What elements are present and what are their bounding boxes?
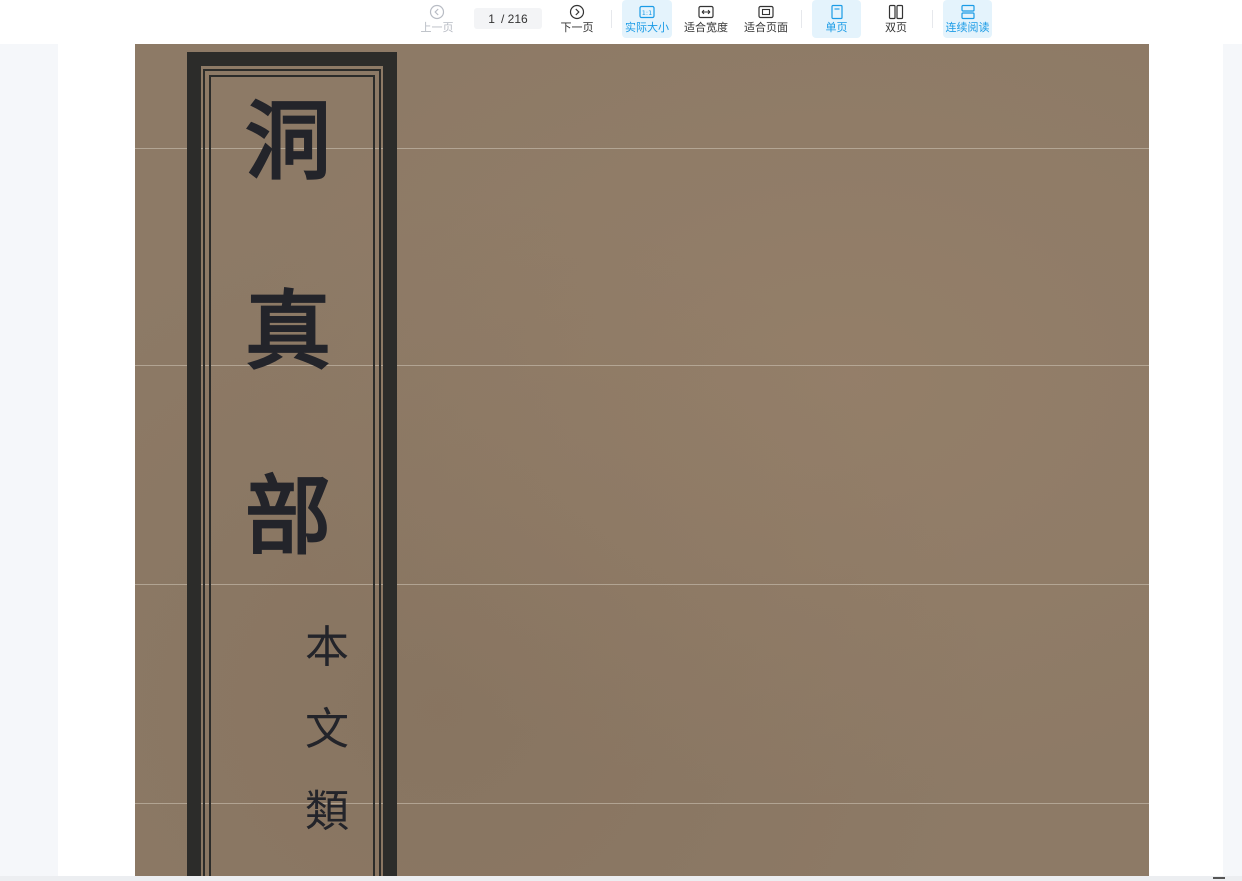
horizontal-scrollbar[interactable]: [0, 876, 1242, 881]
chevron-right-circle-icon: [569, 3, 585, 21]
title-char: 部: [245, 466, 331, 567]
continuous-reading-button[interactable]: 连续阅读: [943, 0, 992, 38]
double-page-button[interactable]: 双页: [874, 0, 918, 38]
subtitle-char: 文: [305, 704, 349, 755]
fit-width-button[interactable]: 适合宽度: [683, 0, 729, 38]
subtitle-char: 本: [305, 622, 349, 673]
fit-width-label: 适合宽度: [684, 22, 728, 34]
title-char: 真: [245, 281, 331, 382]
actual-size-label: 实际大小: [625, 22, 669, 34]
continuous-reading-label: 连续阅读: [945, 22, 990, 34]
single-page-label: 单页: [825, 22, 848, 34]
viewer-toolbar: 上一页 1 / 216 下一页 1:1 实际大小 适合宽度 适合页面 单页 双页…: [0, 0, 1242, 44]
prev-page-button[interactable]: 上一页: [416, 0, 458, 38]
scrollbar-thumb[interactable]: [1213, 877, 1225, 879]
fit-width-icon: [698, 3, 714, 21]
actual-size-button[interactable]: 1:1 实际大小: [622, 0, 672, 38]
title-char: 洞: [245, 91, 331, 192]
continuous-scroll-icon: [960, 3, 976, 21]
next-page-button[interactable]: 下一页: [556, 0, 598, 38]
double-page-icon: [888, 3, 904, 21]
double-page-label: 双页: [885, 22, 907, 34]
actual-size-icon: 1:1: [639, 3, 655, 21]
chevron-left-circle-icon: [429, 3, 445, 21]
fit-page-button[interactable]: 适合页面: [743, 0, 789, 38]
fit-page-icon: [758, 3, 774, 21]
total-pages: / 216: [500, 11, 528, 26]
prev-page-label: 上一页: [420, 22, 454, 34]
fit-page-label: 适合页面: [744, 22, 788, 34]
page-indicator[interactable]: 1 / 216: [474, 8, 542, 29]
svg-text:1:1: 1:1: [642, 9, 652, 17]
current-page-number[interactable]: 1: [488, 12, 495, 26]
single-page-icon: [830, 3, 844, 21]
toolbar-divider: [611, 10, 612, 28]
subtitle-char: 類: [305, 786, 349, 837]
single-page-button[interactable]: 单页: [812, 0, 861, 38]
toolbar-divider: [932, 10, 933, 28]
toolbar-divider: [801, 10, 802, 28]
next-page-label: 下一页: [560, 22, 594, 34]
scanned-page: 洞 真 部 本 文 類: [135, 44, 1149, 876]
